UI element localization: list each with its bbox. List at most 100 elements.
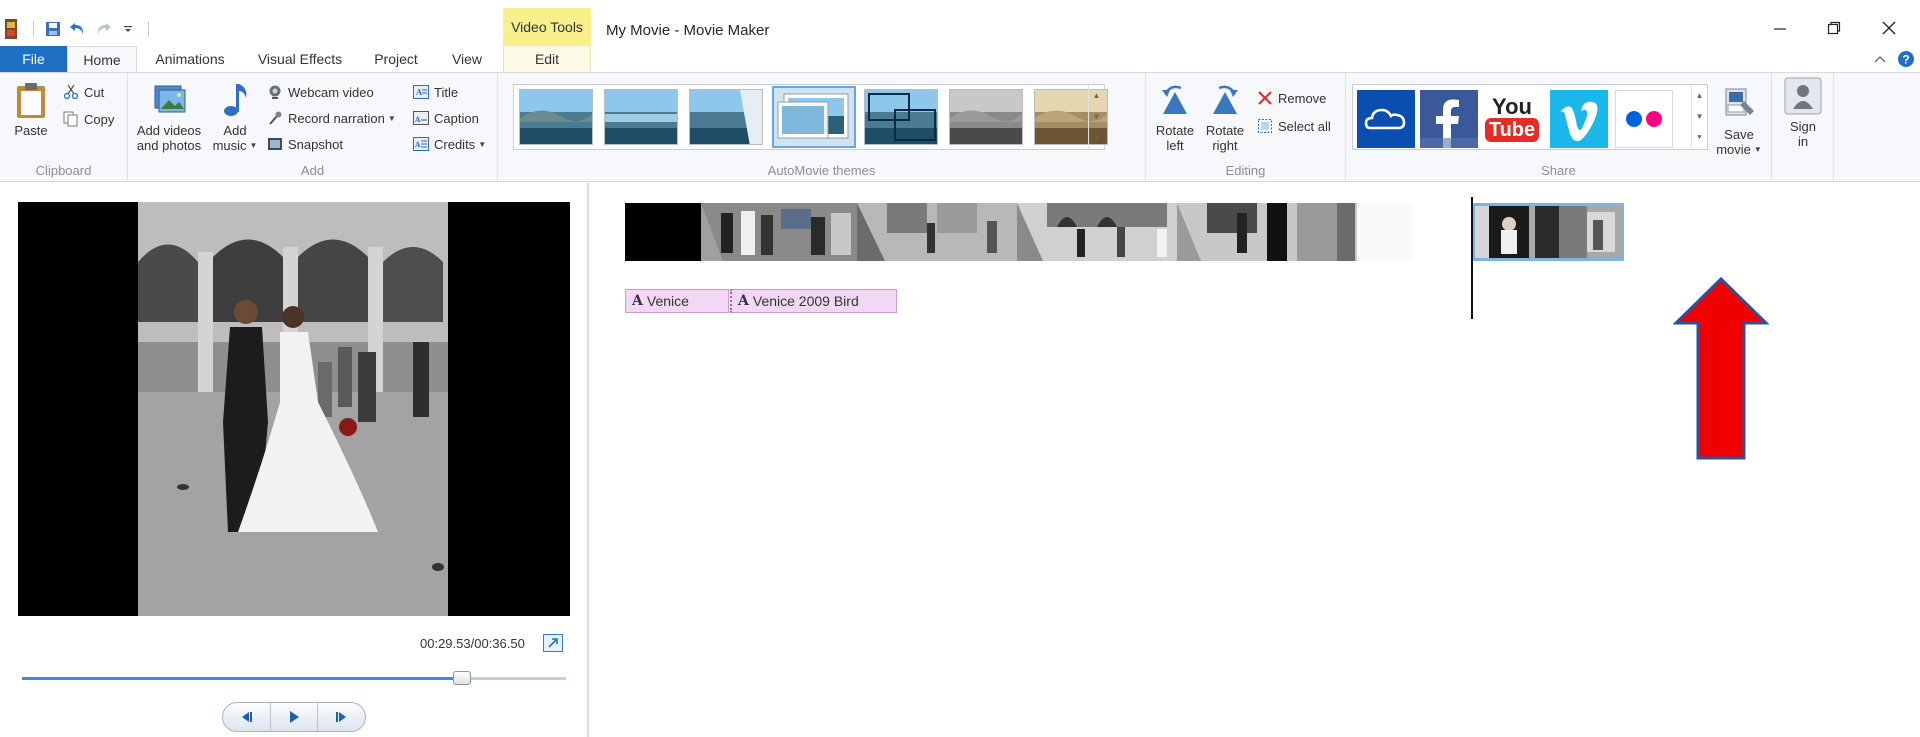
- tab-animations[interactable]: Animations: [145, 46, 235, 72]
- flickr-icon[interactable]: [1615, 90, 1673, 148]
- title-label: Title: [434, 84, 459, 100]
- tab-view[interactable]: View: [440, 46, 494, 72]
- add-videos-photos-button[interactable]: Add videos and photos: [134, 81, 204, 153]
- video-clip[interactable]: [857, 203, 1017, 261]
- snapshot-button[interactable]: Snapshot: [266, 135, 343, 153]
- qat-customize-icon[interactable]: [117, 18, 139, 40]
- video-clip[interactable]: [701, 203, 857, 261]
- redo-icon[interactable]: [92, 18, 114, 40]
- fullscreen-icon[interactable]: [543, 634, 563, 652]
- dropdown-arrow-icon: ▼: [387, 113, 396, 123]
- vimeo-icon[interactable]: [1550, 90, 1608, 148]
- credits-button[interactable]: A Credits ▼: [412, 135, 486, 153]
- paste-label: Paste: [14, 123, 48, 138]
- selected-video-clip[interactable]: [1472, 203, 1624, 261]
- theme-thumbnail[interactable]: [864, 89, 938, 145]
- theme-thumbnail[interactable]: [604, 89, 678, 145]
- scroll-up-icon[interactable]: ▲: [1093, 91, 1101, 100]
- storyboard: A Venice A Venice 2009 Bird: [591, 183, 1920, 737]
- seek-bar[interactable]: [22, 677, 566, 680]
- rotate-right-label-2: right: [1212, 138, 1238, 153]
- add-videos-label-2: and photos: [136, 138, 202, 153]
- cut-button[interactable]: Cut: [62, 83, 104, 101]
- sign-in-button[interactable]: Sign in: [1780, 77, 1826, 149]
- title-bar: Video Tools My Movie - Movie Maker: [0, 0, 1920, 46]
- youtube-icon[interactable]: You Tube: [1483, 90, 1541, 148]
- qat-divider: [33, 21, 34, 37]
- copy-button[interactable]: Copy: [62, 110, 114, 128]
- theme-thumbnail-selected[interactable]: [772, 86, 856, 148]
- help-icon[interactable]: ?: [1897, 50, 1915, 68]
- sign-in-label-2: in: [1797, 134, 1809, 149]
- remove-button[interactable]: Remove: [1256, 89, 1326, 107]
- dropdown-arrow-icon: ▼: [478, 139, 487, 149]
- scroll-up-icon[interactable]: ▲: [1696, 91, 1704, 100]
- save-movie-label-2: movie: [1716, 142, 1751, 157]
- restore-icon[interactable]: [1819, 14, 1849, 42]
- gallery-expand-icon[interactable]: ⯆: [1093, 133, 1099, 143]
- close-icon[interactable]: [1874, 14, 1904, 42]
- clipboard-group-label: Clipboard: [35, 163, 92, 178]
- collapse-ribbon-icon[interactable]: [1871, 50, 1889, 68]
- theme-thumbnail[interactable]: [689, 89, 763, 145]
- caption-item[interactable]: A Venice 2009 Bird: [730, 289, 897, 313]
- scroll-down-icon[interactable]: ▼: [1093, 112, 1101, 121]
- seek-bar-thumb[interactable]: [453, 671, 472, 685]
- title-button[interactable]: A Title: [412, 83, 458, 101]
- player-controls: [222, 702, 366, 732]
- share-gallery: You Tube ▲ ▼ ⯆: [1352, 84, 1708, 150]
- play-button[interactable]: [271, 703, 319, 731]
- scroll-down-icon[interactable]: ▼: [1696, 112, 1704, 121]
- credits-label: Credits: [434, 136, 476, 152]
- previous-frame-button[interactable]: [223, 703, 271, 731]
- caption-label: Caption: [434, 110, 479, 126]
- rotate-left-button[interactable]: Rotate left: [1152, 81, 1198, 153]
- caption-item[interactable]: A Venice: [625, 289, 729, 313]
- theme-thumbnail[interactable]: [949, 89, 1023, 145]
- webcam-video-label: Webcam video: [288, 84, 374, 100]
- gallery-expand-icon[interactable]: ⯆: [1696, 133, 1702, 143]
- webcam-icon: [266, 83, 284, 101]
- app-film-icon[interactable]: [0, 18, 22, 40]
- tab-visual-effects[interactable]: Visual Effects: [248, 46, 352, 72]
- onedrive-icon[interactable]: [1357, 90, 1415, 148]
- share-gallery-scroll[interactable]: ▲ ▼ ⯆: [1691, 85, 1707, 149]
- save-movie-button[interactable]: Save movie ▼: [1714, 85, 1764, 157]
- record-narration-button[interactable]: Record narration ▼: [266, 109, 396, 127]
- tab-project[interactable]: Project: [365, 46, 427, 72]
- caption-text: Venice: [646, 293, 689, 309]
- snapshot-icon: [266, 135, 284, 153]
- playhead[interactable]: [1471, 197, 1473, 319]
- editing-group-label: Editing: [1225, 163, 1266, 178]
- theme-gallery-scroll[interactable]: ▲ ▼ ⯆: [1088, 85, 1104, 149]
- tab-file[interactable]: File: [0, 46, 67, 72]
- share-group-label: Share: [1541, 163, 1576, 178]
- clipboard-group: Paste Cut Copy Clipboard: [0, 73, 128, 181]
- youtube-text-2: Tube: [1484, 118, 1540, 142]
- next-frame-button[interactable]: [318, 703, 365, 731]
- tab-home[interactable]: Home: [67, 46, 137, 72]
- paste-button[interactable]: Paste: [8, 81, 54, 138]
- copy-icon: [62, 110, 80, 128]
- undo-icon[interactable]: [67, 18, 89, 40]
- tab-edit[interactable]: Edit: [503, 46, 591, 72]
- save-icon[interactable]: [42, 18, 64, 40]
- rotate-right-button[interactable]: Rotate right: [1202, 81, 1248, 153]
- facebook-icon[interactable]: [1420, 90, 1478, 148]
- caption-button[interactable]: A Caption: [412, 109, 479, 127]
- save-movie-label-1: Save: [1724, 127, 1754, 142]
- select-all-button[interactable]: Select all: [1256, 117, 1331, 135]
- preview-video[interactable]: [18, 202, 570, 616]
- rotate-right-label-1: Rotate: [1205, 123, 1245, 138]
- video-clip[interactable]: [1017, 203, 1177, 261]
- webcam-video-button[interactable]: Webcam video: [266, 83, 374, 101]
- add-group: Add videos and photos Add music ▼ Webcam …: [128, 73, 498, 181]
- black-clip[interactable]: [625, 203, 701, 261]
- minimize-icon[interactable]: [1765, 14, 1795, 42]
- snapshot-label: Snapshot: [288, 136, 343, 152]
- dropdown-arrow-icon: ▼: [249, 141, 258, 150]
- play-icon: [290, 711, 299, 723]
- video-clip[interactable]: [1177, 203, 1413, 261]
- add-music-button[interactable]: Add music ▼: [212, 81, 258, 153]
- theme-thumbnail[interactable]: [519, 89, 593, 145]
